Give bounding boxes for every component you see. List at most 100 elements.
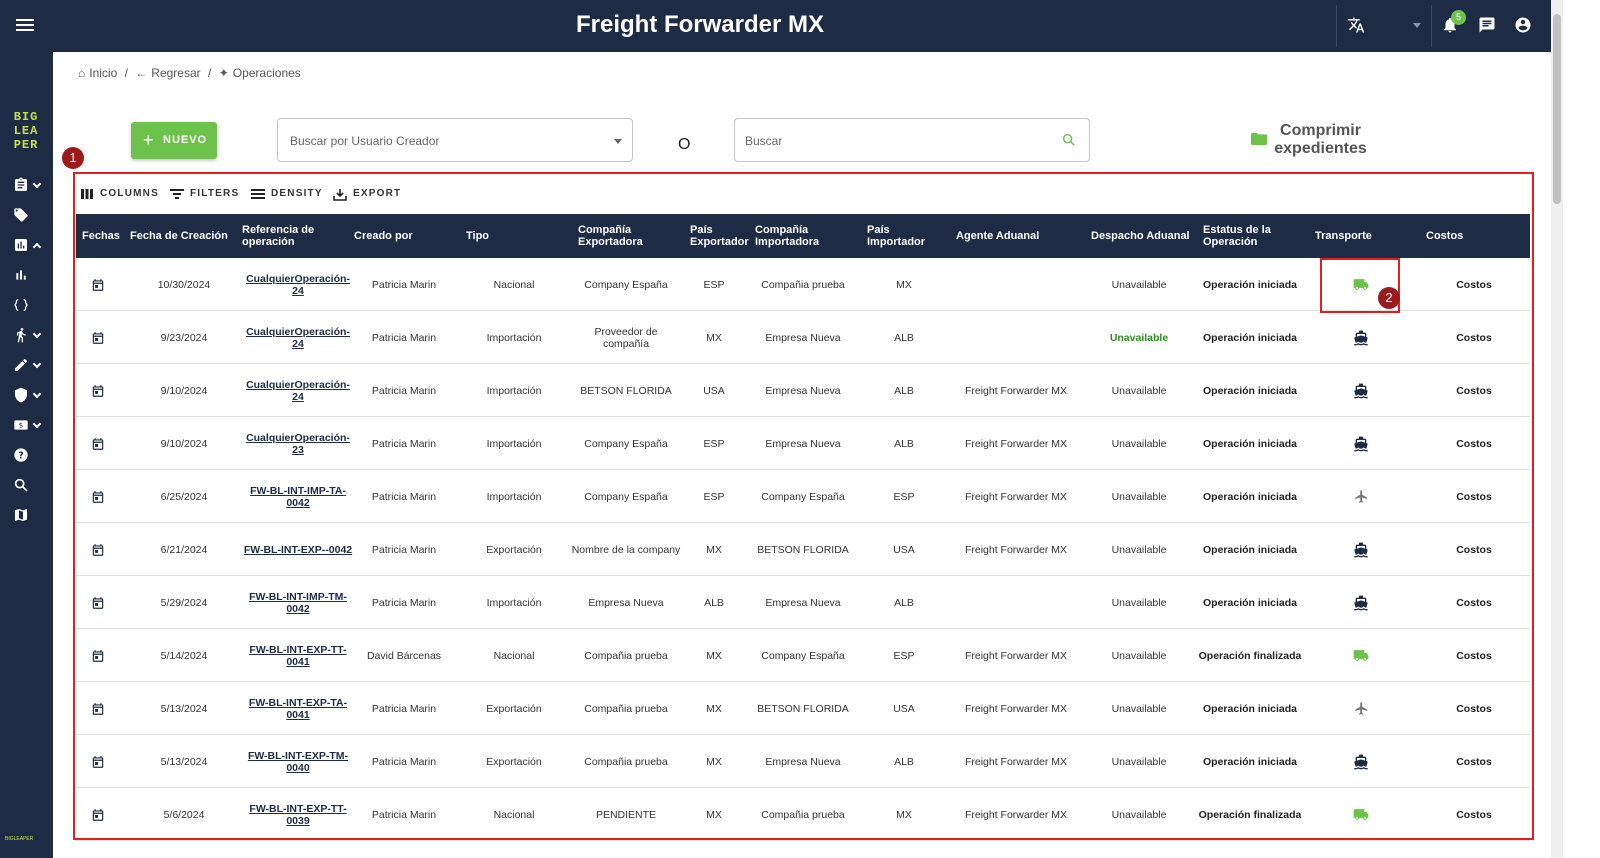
column-header[interactable]: Agente Aduanal bbox=[956, 214, 1076, 258]
sidebar-item-search[interactable] bbox=[10, 474, 46, 496]
date-cell[interactable] bbox=[82, 682, 114, 735]
sidebar-item-clipboard[interactable] bbox=[10, 174, 46, 196]
sidebar-item-billing[interactable]: $ bbox=[10, 414, 46, 436]
cell-costos[interactable]: Costos bbox=[1426, 258, 1522, 311]
cell-ref[interactable]: CualquierOperación-24 bbox=[242, 311, 354, 364]
table-row[interactable]: 5/13/2024 FW-BL-INT-EXP-TA-0041 Patricia M… bbox=[76, 682, 1530, 735]
column-header[interactable]: Compañía Exportadora bbox=[578, 214, 678, 258]
calendar-icon[interactable] bbox=[91, 808, 105, 822]
search-icon[interactable] bbox=[1061, 132, 1077, 148]
cell-ref[interactable]: CualquierOperación-24 bbox=[242, 364, 354, 417]
date-cell[interactable] bbox=[82, 576, 114, 629]
column-header[interactable]: Tipo bbox=[466, 214, 566, 258]
table-row[interactable]: 9/10/2024 CualquierOperación-23 Patricia M… bbox=[76, 417, 1530, 470]
calendar-icon[interactable] bbox=[91, 543, 105, 557]
search-input[interactable] bbox=[745, 131, 1045, 151]
date-cell[interactable] bbox=[82, 523, 114, 576]
table-row[interactable]: 5/14/2024 FW-BL-INT-EXP-TT-0041 David Bárc… bbox=[76, 629, 1530, 682]
cell-costos[interactable]: Costos bbox=[1426, 523, 1522, 576]
cell-costos[interactable]: Costos bbox=[1426, 470, 1522, 523]
calendar-icon[interactable] bbox=[91, 437, 105, 451]
chat-icon[interactable] bbox=[1478, 16, 1496, 34]
cell-costos[interactable]: Costos bbox=[1426, 417, 1522, 470]
scrollbar-thumb[interactable] bbox=[1553, 14, 1561, 204]
table-row[interactable]: 10/30/2024 CualquierOperación-24 Patricia … bbox=[76, 258, 1530, 311]
calendar-icon[interactable] bbox=[91, 596, 105, 610]
language-selector[interactable] bbox=[1336, 5, 1432, 47]
table-row[interactable]: 5/6/2024 FW-BL-INT-EXP-TT-0039 Patricia Ma… bbox=[76, 788, 1530, 841]
sidebar-item-tags[interactable] bbox=[10, 204, 46, 226]
cell-despacho: Unavailable bbox=[1111, 437, 1167, 450]
search-field[interactable] bbox=[734, 118, 1090, 162]
column-header[interactable]: Creado por bbox=[354, 214, 454, 258]
date-cell[interactable] bbox=[82, 735, 114, 788]
cell-ref[interactable]: FW-BL-INT-EXP-TM-0040 bbox=[242, 735, 354, 788]
column-header[interactable]: Despacho Aduanal bbox=[1091, 214, 1191, 258]
cell-costos[interactable]: Costos bbox=[1426, 682, 1522, 735]
sidebar-item-operations[interactable] bbox=[10, 324, 46, 346]
cell-ref[interactable]: FW-BL-INT-IMP-TA-0042 bbox=[242, 470, 354, 523]
calendar-icon[interactable] bbox=[91, 384, 105, 398]
calendar-icon[interactable] bbox=[91, 755, 105, 769]
column-header[interactable]: País Exportador bbox=[690, 214, 750, 258]
sidebar-item-analytics[interactable] bbox=[10, 234, 46, 256]
page-scrollbar[interactable] bbox=[1551, 0, 1563, 858]
compress-files-button[interactable]: Comprimir expedientes bbox=[1250, 122, 1380, 160]
user-creator-select[interactable]: Buscar por Usuario Creador bbox=[277, 118, 633, 162]
bigleaper-logo: BIG LEA PER bbox=[6, 110, 46, 158]
cell-costos[interactable]: Costos bbox=[1426, 311, 1522, 364]
new-button[interactable]: + NUEVO bbox=[131, 122, 217, 159]
cell-exp: Nombre de la company bbox=[571, 543, 681, 556]
cell-pexp: MX bbox=[706, 543, 722, 556]
cell-costos[interactable]: Costos bbox=[1426, 788, 1522, 841]
sidebar-item-code[interactable] bbox=[10, 294, 46, 316]
column-header[interactable]: Fechas bbox=[82, 214, 126, 258]
table-row[interactable]: 6/25/2024 FW-BL-INT-IMP-TA-0042 Patricia M… bbox=[76, 470, 1530, 523]
column-header[interactable]: País Importador bbox=[867, 214, 947, 258]
cell-ref[interactable]: FW-BL-INT-IMP-TM-0042 bbox=[242, 576, 354, 629]
table-row[interactable]: 9/23/2024 CualquierOperación-24 Patricia M… bbox=[76, 311, 1530, 364]
calendar-icon[interactable] bbox=[91, 331, 105, 345]
cell-ref[interactable]: FW-BL-INT-EXP--0042 bbox=[242, 523, 354, 576]
plane-icon bbox=[1338, 470, 1384, 523]
cell-costos[interactable]: Costos bbox=[1426, 576, 1522, 629]
column-header[interactable]: Transporte bbox=[1315, 214, 1415, 258]
cell-ref[interactable]: CualquierOperación-24 bbox=[242, 258, 354, 311]
cell-costos[interactable]: Costos bbox=[1426, 364, 1522, 417]
column-header[interactable]: Costos bbox=[1426, 214, 1526, 258]
table-row[interactable]: 5/13/2024 FW-BL-INT-EXP-TM-0040 Patricia M… bbox=[76, 735, 1530, 788]
calendar-icon[interactable] bbox=[91, 649, 105, 663]
column-header[interactable]: Fecha de Creación bbox=[130, 214, 238, 258]
cell-ref[interactable]: CualquierOperación-23 bbox=[242, 417, 354, 470]
date-cell[interactable] bbox=[82, 364, 114, 417]
table-row[interactable]: 5/29/2024 FW-BL-INT-IMP-TM-0042 Patricia M… bbox=[76, 576, 1530, 629]
table-row[interactable]: 6/21/2024 FW-BL-INT-EXP--0042 Patricia Mar… bbox=[76, 523, 1530, 576]
cell-ref[interactable]: FW-BL-INT-EXP-TT-0039 bbox=[242, 788, 354, 841]
date-cell[interactable] bbox=[82, 258, 114, 311]
breadcrumb-back[interactable]: Regresar bbox=[151, 66, 200, 80]
date-cell[interactable] bbox=[82, 417, 114, 470]
sidebar-item-edit[interactable] bbox=[10, 354, 46, 376]
sidebar-item-help[interactable]: ? bbox=[10, 444, 46, 466]
date-cell[interactable] bbox=[82, 311, 114, 364]
column-header[interactable]: Referencia de operación bbox=[242, 214, 342, 258]
account-icon[interactable] bbox=[1514, 16, 1532, 34]
cell-ref[interactable]: FW-BL-INT-EXP-TT-0041 bbox=[242, 629, 354, 682]
cell-ref[interactable]: FW-BL-INT-EXP-TA-0041 bbox=[242, 682, 354, 735]
column-header[interactable]: Estatus de la Operación bbox=[1203, 214, 1303, 258]
calendar-icon[interactable] bbox=[91, 490, 105, 504]
column-header[interactable]: Compañía Importadora bbox=[755, 214, 855, 258]
date-cell[interactable] bbox=[82, 788, 114, 841]
ship-icon bbox=[1338, 364, 1384, 417]
date-cell[interactable] bbox=[82, 470, 114, 523]
calendar-icon[interactable] bbox=[91, 702, 105, 716]
calendar-icon[interactable] bbox=[91, 278, 105, 292]
sidebar-item-bar-chart[interactable] bbox=[10, 264, 46, 286]
sidebar-item-security[interactable] bbox=[10, 384, 46, 406]
cell-costos[interactable]: Costos bbox=[1426, 629, 1522, 682]
date-cell[interactable] bbox=[82, 629, 114, 682]
table-row[interactable]: 9/10/2024 CualquierOperación-24 Patricia M… bbox=[76, 364, 1530, 417]
breadcrumb-home[interactable]: Inicio bbox=[89, 66, 117, 80]
cell-costos[interactable]: Costos bbox=[1426, 735, 1522, 788]
sidebar-item-map[interactable] bbox=[10, 504, 46, 526]
